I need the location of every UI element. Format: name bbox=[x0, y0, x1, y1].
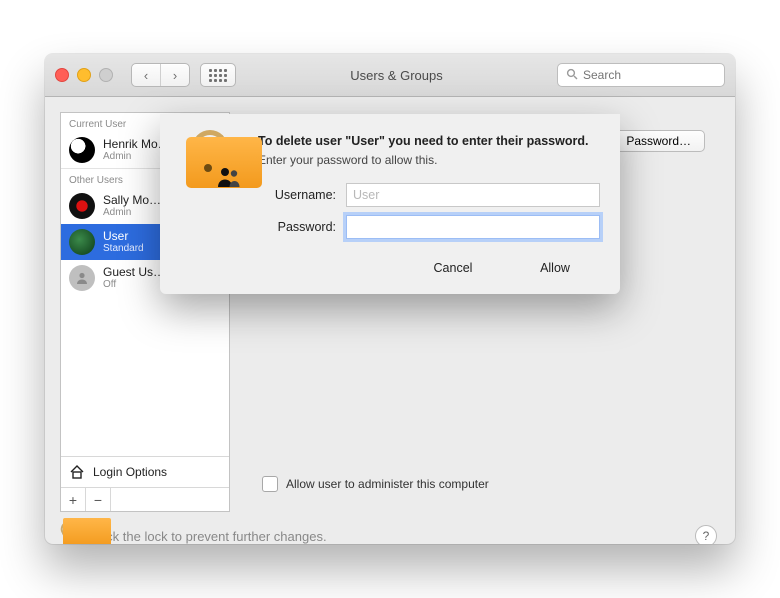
auth-dialog: To delete user "User" you need to enter … bbox=[160, 114, 620, 294]
help-button[interactable]: ? bbox=[695, 525, 717, 544]
show-all-prefs-button[interactable] bbox=[200, 63, 236, 87]
avatar-icon bbox=[69, 193, 95, 219]
sidebar-add-remove: + − bbox=[61, 487, 229, 511]
password-label: Password: bbox=[258, 220, 336, 234]
chevron-right-icon: › bbox=[173, 68, 177, 83]
lock-hint-text: Click the lock to prevent further change… bbox=[91, 529, 327, 544]
avatar-icon bbox=[69, 137, 95, 163]
question-icon: ? bbox=[703, 529, 710, 543]
admin-checkbox-row: Allow user to administer this computer bbox=[262, 476, 489, 492]
password-row: Password: bbox=[258, 215, 600, 239]
sidebar-item-label: Guest Us… bbox=[103, 266, 165, 279]
lock-button[interactable] bbox=[63, 525, 81, 544]
traffic-lights bbox=[55, 68, 113, 82]
remove-user-button[interactable]: − bbox=[86, 488, 111, 511]
allow-button[interactable]: Allow bbox=[510, 257, 600, 278]
toolbar: ‹ › Users & Groups bbox=[45, 54, 735, 97]
search-icon bbox=[566, 68, 578, 83]
username-label: Username: bbox=[258, 188, 336, 202]
search-field-wrap[interactable] bbox=[557, 63, 725, 87]
sidebar-item-sublabel: Standard bbox=[103, 243, 144, 254]
sidebar-item-label: User bbox=[103, 230, 144, 243]
admin-checkbox-label: Allow user to administer this computer bbox=[286, 477, 489, 491]
search-input[interactable] bbox=[583, 68, 735, 82]
prefs-window: ‹ › Users & Groups Current User bbox=[45, 54, 735, 544]
house-icon bbox=[69, 464, 85, 480]
avatar-icon bbox=[69, 229, 95, 255]
lock-users-icon bbox=[180, 134, 240, 194]
back-button[interactable]: ‹ bbox=[132, 64, 160, 86]
plus-icon: + bbox=[69, 492, 77, 508]
sidebar-item-label: Sally Mo… bbox=[103, 194, 161, 207]
forward-button[interactable]: › bbox=[160, 64, 189, 86]
login-options-label: Login Options bbox=[93, 465, 167, 479]
dialog-text: To delete user "User" you need to enter … bbox=[258, 134, 600, 239]
fullscreen-window-button[interactable] bbox=[99, 68, 113, 82]
sidebar-item-sublabel: Off bbox=[103, 279, 165, 290]
window-footer: Click the lock to prevent further change… bbox=[45, 512, 735, 544]
dialog-title: To delete user "User" you need to enter … bbox=[258, 134, 600, 148]
dialog-buttons: Cancel Allow bbox=[180, 257, 600, 278]
chevron-left-icon: ‹ bbox=[144, 68, 148, 83]
avatar-icon bbox=[69, 265, 95, 291]
login-options-button[interactable]: Login Options bbox=[61, 456, 229, 487]
sidebar-item-sublabel: Admin bbox=[103, 207, 161, 218]
grid-icon bbox=[209, 69, 227, 82]
add-user-button[interactable]: + bbox=[61, 488, 86, 511]
cancel-button[interactable]: Cancel bbox=[408, 257, 498, 278]
nav-segmented-control: ‹ › bbox=[131, 63, 190, 87]
dialog-subtitle: Enter your password to allow this. bbox=[258, 153, 600, 167]
username-row: Username: bbox=[258, 183, 600, 207]
close-window-button[interactable] bbox=[55, 68, 69, 82]
username-input[interactable] bbox=[346, 183, 600, 207]
window-title: Users & Groups bbox=[246, 68, 547, 83]
password-input[interactable] bbox=[346, 215, 600, 239]
admin-checkbox[interactable] bbox=[262, 476, 278, 492]
change-password-button[interactable]: Password… bbox=[612, 130, 705, 152]
minus-icon: − bbox=[94, 492, 102, 508]
minimize-window-button[interactable] bbox=[77, 68, 91, 82]
